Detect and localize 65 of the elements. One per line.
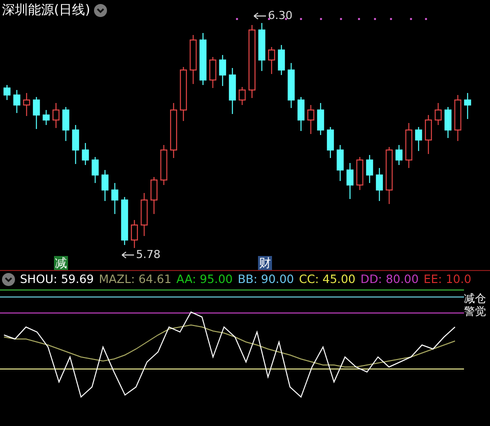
candlestick <box>396 144 402 166</box>
candlestick <box>190 34 197 84</box>
candlestick <box>258 22 266 72</box>
candlestick <box>288 62 295 108</box>
pointer-arrow-icon <box>253 12 267 20</box>
candlestick <box>13 90 20 114</box>
indicator-value: DD: 80.00 <box>360 272 419 286</box>
candlestick <box>72 124 80 164</box>
candlestick <box>317 102 324 136</box>
candlestick <box>424 114 432 154</box>
candlestick <box>444 106 452 138</box>
indicator-value: EE: 10.0 <box>424 272 472 286</box>
dropdown-icon[interactable] <box>2 272 15 286</box>
candlestick <box>209 56 216 88</box>
candlestick <box>82 142 89 166</box>
candlestick <box>346 162 354 200</box>
candlestick <box>405 122 412 168</box>
candlestick <box>170 102 178 158</box>
candlestick <box>92 156 99 184</box>
candlestick <box>326 126 334 158</box>
signal-tag: 财 <box>258 256 272 270</box>
indicator-value: CC: 45.00 <box>298 272 356 286</box>
candlestick <box>336 144 344 182</box>
candlestick <box>238 86 246 106</box>
candlestick <box>4 84 10 100</box>
candlestick <box>434 102 442 126</box>
candlestick <box>219 54 226 86</box>
low-price-label: 5.78 <box>136 249 160 261</box>
candlestick <box>454 94 462 142</box>
candlestick <box>42 110 50 126</box>
candlestick <box>268 46 276 74</box>
candlestick <box>464 92 472 120</box>
candlestick <box>376 168 383 202</box>
candlestick <box>160 144 168 186</box>
indicator-value: SHOU: 59.69 <box>20 272 94 286</box>
line-label: 警觉 <box>464 306 486 318</box>
candlestick <box>52 102 60 128</box>
candlestick <box>386 146 393 204</box>
high-price-label: 6.30 <box>268 10 292 22</box>
candlestick <box>32 96 40 130</box>
candlestick <box>366 154 374 184</box>
signal-tag: 减 <box>54 256 68 270</box>
candlestick <box>356 156 364 190</box>
chart-title: 深圳能源(日线) <box>2 3 90 18</box>
candlestick <box>23 92 30 116</box>
candlestick <box>180 66 187 122</box>
candlestick <box>200 32 206 86</box>
candlestick <box>140 192 148 236</box>
candlestick <box>298 96 304 132</box>
line-label: 减仓 <box>464 293 486 305</box>
indicator-value: MAZL: 64.61 <box>98 272 172 286</box>
candlestick <box>121 196 128 246</box>
candlestick <box>307 104 314 134</box>
candlestick <box>130 220 138 248</box>
indicator-value: AA: 95.00 <box>176 272 233 286</box>
candlestick <box>102 170 108 202</box>
candlestick <box>228 68 236 114</box>
candlestick <box>111 182 118 214</box>
candlestick <box>150 176 158 214</box>
candlestick <box>415 126 422 152</box>
dropdown-icon[interactable] <box>94 4 108 17</box>
candlestick <box>62 106 70 142</box>
indicator-value: BB: 90.00 <box>238 272 294 286</box>
candlestick <box>278 44 285 76</box>
pointer-arrow-icon <box>121 251 135 259</box>
